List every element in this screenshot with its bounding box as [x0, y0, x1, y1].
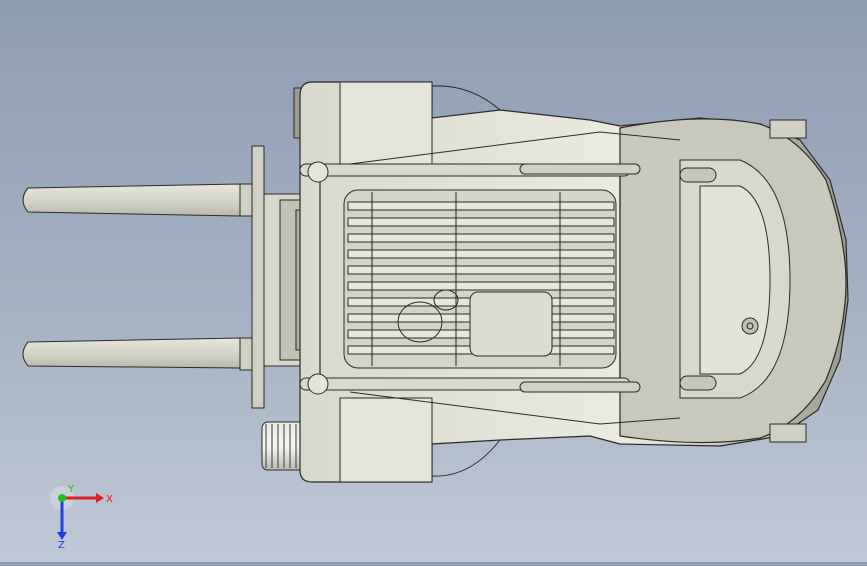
x-axis-label: X	[106, 494, 113, 505]
fork-upper	[22, 183, 265, 217]
y-axis-label: Y	[67, 484, 75, 495]
coordinate-triad: X Y Z	[40, 480, 120, 551]
counterweight	[619, 118, 847, 444]
overhead-guard	[299, 161, 631, 395]
z-axis-label: Z	[58, 540, 65, 550]
fork-lower	[22, 337, 265, 371]
forklift-model[interactable]	[0, 0, 867, 562]
cad-viewport[interactable]	[0, 0, 867, 562]
y-axis-dot	[58, 494, 66, 502]
